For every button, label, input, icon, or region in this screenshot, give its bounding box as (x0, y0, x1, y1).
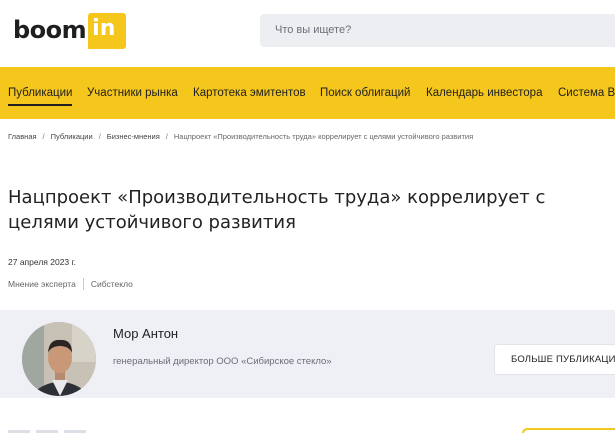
site-header: boom in Что вы ищете? (0, 0, 615, 67)
site-logo[interactable]: boom in (13, 13, 127, 53)
search-placeholder: Что вы ищете? (275, 24, 352, 36)
more-publications-button[interactable]: БОЛЬШЕ ПУБЛИКАЦИЙ (494, 344, 615, 375)
main-nav: Публикации Участники рынка Картотека эми… (0, 67, 615, 119)
article-tags: Мнение эксперта Сибстекло (8, 278, 133, 290)
breadcrumb: Главная / Публикации / Бизнес-мнения / Нацпрое… (8, 132, 473, 141)
breadcrumb-separator: / (98, 132, 101, 141)
content-area (0, 398, 615, 433)
article-title: Нацпроект «Производительность труда» кор… (8, 187, 546, 233)
author-card: Мор Антон генеральный директор ООО «Сиби… (0, 310, 615, 398)
breadcrumb-separator: / (165, 132, 168, 141)
nav-item-bond-search[interactable]: Поиск облигаций (320, 67, 410, 119)
breadcrumb-publications[interactable]: Публикации (51, 132, 93, 141)
nav-item-issuers[interactable]: Картотека эмитентов (193, 67, 306, 119)
nav-item-publications[interactable]: Публикации (8, 67, 73, 119)
author-role: генеральный директор ООО «Сибирское стек… (113, 356, 332, 367)
author-photo (22, 322, 96, 396)
nav-item-system[interactable]: Система Во (558, 67, 615, 119)
tag-divider (82, 278, 84, 290)
tag-expert-opinion[interactable]: Мнение эксперта (8, 279, 76, 289)
search-input[interactable]: Что вы ищете? (260, 14, 615, 47)
tag-sibsteklo[interactable]: Сибстекло (91, 279, 133, 289)
breadcrumb-home[interactable]: Главная (8, 132, 37, 141)
author-avatar[interactable] (22, 322, 96, 396)
breadcrumb-business-opinions[interactable]: Бизнес-мнения (107, 132, 160, 141)
article-date: 27 апреля 2023 г. (8, 257, 76, 267)
breadcrumb-current: Нацпроект «Производительность труда» кор… (173, 132, 474, 141)
nav-item-investor-calendar[interactable]: Календарь инвестора (426, 67, 542, 119)
nav-item-market-participants[interactable]: Участники рынка (87, 67, 178, 119)
sidebar-widget-border (522, 428, 615, 433)
logo-badge: in (88, 13, 127, 49)
logo-wordmark: boom (13, 16, 87, 44)
logo-badge-text: in (92, 16, 116, 41)
author-name[interactable]: Мор Антон (113, 326, 178, 341)
breadcrumb-separator: / (42, 132, 45, 141)
